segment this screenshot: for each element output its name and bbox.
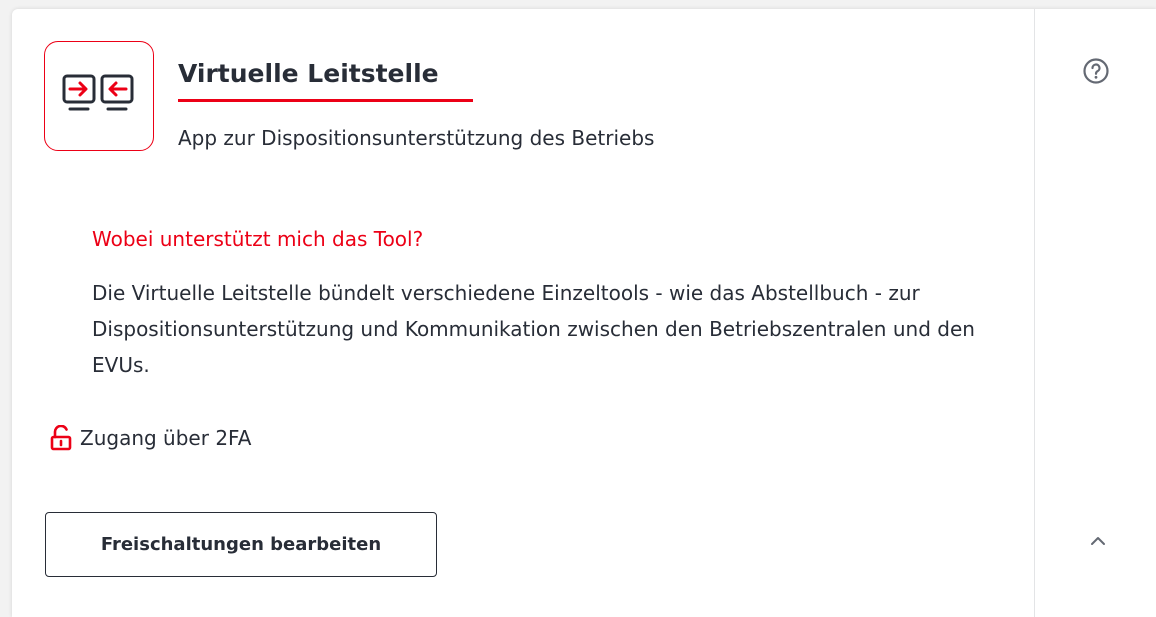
help-button[interactable] [1082, 57, 1110, 85]
app-title: Virtuelle Leitstelle [178, 59, 439, 88]
tool-description: Die Virtuelle Leitstelle bündelt verschi… [92, 281, 975, 377]
app-subtitle: App zur Dispositionsunterstützung des Be… [178, 126, 655, 150]
collapse-button[interactable] [1086, 531, 1110, 551]
section-heading: Wobei unterstützt mich das Tool? [92, 227, 424, 251]
app-icon [44, 41, 154, 151]
unlock-icon [50, 425, 72, 451]
side-divider [1034, 9, 1035, 617]
access-info: Zugang über 2FA [50, 425, 251, 451]
title-underline [178, 99, 473, 102]
access-label: Zugang über 2FA [80, 426, 252, 450]
app-card: Virtuelle Leitstelle App zur Disposition… [12, 9, 1156, 617]
help-circle-icon [1083, 58, 1109, 84]
monitors-exchange-icon [62, 74, 134, 111]
chevron-up-icon [1091, 537, 1105, 545]
edit-permissions-button[interactable]: Freischaltungen bearbeiten [45, 512, 437, 577]
